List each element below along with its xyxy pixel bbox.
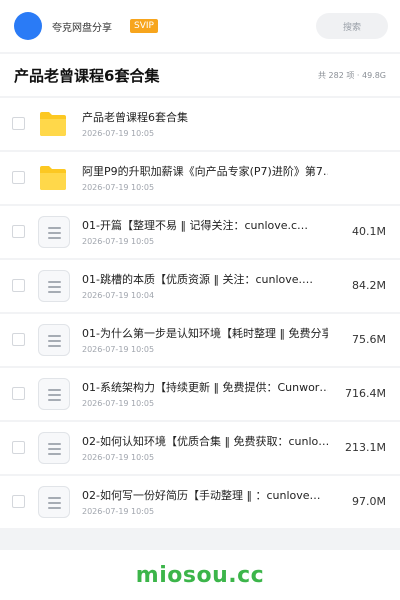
document-icon — [38, 270, 70, 302]
file-date: 2026-07-19 10:05 — [82, 345, 155, 354]
file-name: 01-开篇【整理不易 ‖ 记得关注：cunlove.c… — [82, 219, 309, 232]
folder-icon — [38, 108, 70, 140]
footer: miosou.cc — [0, 550, 400, 600]
document-icon — [38, 270, 70, 302]
select-checkbox[interactable] — [12, 495, 25, 508]
file-date: 2026-07-19 10:05 — [82, 183, 155, 192]
file-row[interactable]: 02-如何认知环境【优质合集 ‖ 免费获取：cunlo… 2026-07-19 1… — [0, 422, 400, 474]
document-icon — [38, 378, 70, 410]
select-checkbox[interactable] — [12, 387, 25, 400]
file-row[interactable]: 01-为什么第一步是认知环境【耗时整理 ‖ 免费分享：… 2026-07-19 1… — [0, 314, 400, 366]
avatar[interactable] — [14, 12, 42, 40]
document-icon — [38, 324, 70, 356]
folder-icon — [38, 162, 70, 194]
file-row[interactable]: 01-开篇【整理不易 ‖ 记得关注：cunlove.c… 2026-07-19 1… — [0, 206, 400, 258]
file-date: 2026-07-19 10:04 — [82, 291, 155, 300]
title-bar: 产品老曾课程6套合集 共 282 项 · 49.8G — [0, 54, 400, 96]
file-date: 2026-07-19 10:05 — [82, 237, 155, 246]
document-icon — [38, 216, 70, 248]
select-checkbox[interactable] — [12, 333, 25, 346]
select-checkbox[interactable] — [12, 117, 25, 130]
file-size: 716.4M — [345, 387, 386, 400]
file-date: 2026-07-19 10:05 — [82, 399, 155, 408]
folder-icon — [40, 112, 66, 136]
file-name: 01-跳槽的本质【优质资源 ‖ 关注：cunlove.… — [82, 273, 314, 286]
file-list: 产品老曾课程6套合集 2026-07-19 10:05 阿里P9的升职加薪课《向产品… — [0, 98, 400, 530]
file-size: 213.1M — [345, 441, 386, 454]
file-size: 75.6M — [352, 333, 386, 346]
file-name: 01-系统架构力【持续更新 ‖ 免费提供：Cunwor… — [82, 381, 328, 394]
select-checkbox[interactable] — [12, 279, 25, 292]
file-name: 02-如何认知环境【优质合集 ‖ 免费获取：cunlo… — [82, 435, 328, 448]
file-size: 84.2M — [352, 279, 386, 292]
watermark: miosou.cc — [135, 562, 265, 588]
document-icon — [38, 432, 70, 464]
file-row[interactable]: 产品老曾课程6套合集 2026-07-19 10:05 — [0, 98, 400, 150]
app-header: 夸克网盘分享 SVIP 搜索 — [0, 0, 400, 52]
search-button[interactable]: 搜索 — [316, 13, 388, 39]
document-icon — [38, 486, 70, 518]
document-icon — [38, 432, 70, 464]
select-checkbox[interactable] — [12, 441, 25, 454]
file-date: 2026-07-19 10:05 — [82, 453, 155, 462]
file-name: 01-为什么第一步是认知环境【耗时整理 ‖ 免费分享：… — [82, 327, 328, 340]
file-size: 97.0M — [352, 495, 386, 508]
folder-icon — [40, 166, 66, 190]
page-title: 产品老曾课程6套合集 — [14, 66, 160, 85]
document-icon — [38, 378, 70, 410]
svip-badge: SVIP — [130, 19, 158, 33]
file-name: 阿里P9的升职加薪课《向产品专家(P7)进阶》第7… — [82, 165, 328, 178]
file-date: 2026-07-19 10:05 — [82, 129, 155, 138]
file-date: 2026-07-19 10:05 — [82, 507, 155, 516]
document-icon — [38, 486, 70, 518]
item-count-summary: 共 282 项 · 49.8G — [318, 70, 386, 80]
file-row[interactable]: 02-如何写一份好简历【手动整理 ‖ ：cunlove… 2026-07-19 1… — [0, 476, 400, 528]
file-row[interactable]: 阿里P9的升职加薪课《向产品专家(P7)进阶》第7… 2026-07-19 10:… — [0, 152, 400, 204]
file-name: 产品老曾课程6套合集 — [82, 111, 188, 124]
select-checkbox[interactable] — [12, 171, 25, 184]
select-checkbox[interactable] — [12, 225, 25, 238]
file-row[interactable]: 01-跳槽的本质【优质资源 ‖ 关注：cunlove.… 2026-07-19 1… — [0, 260, 400, 312]
file-size: 40.1M — [352, 225, 386, 238]
user-name: 夸克网盘分享 — [52, 22, 112, 34]
file-name: 02-如何写一份好简历【手动整理 ‖ ：cunlove… — [82, 489, 321, 502]
document-icon — [38, 216, 70, 248]
file-row[interactable]: 01-系统架构力【持续更新 ‖ 免费提供：Cunwor… 2026-07-19 1… — [0, 368, 400, 420]
document-icon — [38, 324, 70, 356]
